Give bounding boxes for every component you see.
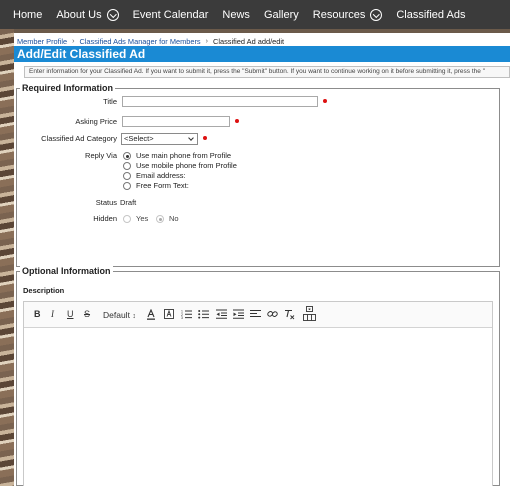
italic-icon[interactable]: I: [51, 309, 54, 319]
rich-text-editor: B I U S Default ↕ 1 2 3: [23, 301, 493, 486]
reply-free-form-label: Free Form Text:: [136, 181, 189, 190]
reply-mobile-phone-label: Use mobile phone from Profile: [136, 161, 237, 170]
hidden-no-radio[interactable]: [156, 215, 164, 223]
required-information-legend: Required Information: [20, 83, 116, 93]
nav-event-calendar[interactable]: Event Calendar: [133, 9, 209, 21]
font-size-select[interactable]: Default ↕: [103, 310, 136, 320]
clear-format-icon[interactable]: [284, 309, 295, 320]
font-size-value: Default: [103, 310, 130, 320]
breadcrumb-separator: ›: [72, 38, 75, 45]
instructions-text: Enter information for your Classified Ad…: [24, 66, 510, 78]
optional-information-legend: Optional Information: [20, 266, 113, 276]
category-label: Classified Ad Category: [41, 134, 117, 143]
page-title: Add/Edit Classified Ad: [14, 46, 510, 62]
strikethrough-icon[interactable]: S: [84, 309, 90, 319]
table-icon[interactable]: [303, 306, 316, 321]
description-editor-area[interactable]: [24, 328, 492, 486]
nav-about-us[interactable]: About Us: [56, 8, 119, 21]
required-indicator: [235, 119, 239, 123]
ordered-list-icon[interactable]: 1 2 3: [181, 309, 192, 319]
bold-icon[interactable]: B: [34, 309, 41, 319]
asking-price-label: Asking Price: [75, 117, 117, 126]
breadcrumb-separator: ›: [205, 38, 208, 45]
hidden-yes-radio[interactable]: [123, 215, 131, 223]
reply-email-radio[interactable]: [123, 172, 131, 180]
chevron-up-down-icon: ↕: [132, 313, 136, 320]
breadcrumb-classified-ads-manager[interactable]: Classified Ads Manager for Members: [79, 37, 200, 46]
reply-via-label: Reply Via: [85, 151, 117, 160]
nav-news[interactable]: News: [222, 9, 250, 21]
breadcrumb: Member Profile › Classified Ads Manager …: [17, 37, 284, 46]
required-indicator: [203, 136, 207, 140]
editor-toolbar: B I U S Default ↕ 1 2 3: [24, 302, 492, 328]
nav-classified-ads[interactable]: Classified Ads: [396, 9, 465, 21]
nav-home[interactable]: Home: [13, 9, 42, 21]
hidden-yes-label: Yes: [136, 214, 149, 223]
reply-mobile-phone-radio[interactable]: [123, 162, 131, 170]
underline-icon[interactable]: U: [67, 309, 74, 319]
reply-main-phone-label: Use main phone from Profile: [136, 151, 232, 160]
main-panel: Member Profile › Classified Ads Manager …: [14, 33, 510, 486]
asking-price-input[interactable]: [122, 116, 230, 127]
background-photo: [0, 29, 14, 486]
title-label: Title: [103, 97, 117, 106]
breadcrumb-member-profile[interactable]: Member Profile: [17, 37, 67, 46]
reply-free-form-radio[interactable]: [123, 182, 131, 190]
description-label: Description: [23, 286, 65, 295]
status-label: Status: [95, 198, 117, 207]
status-value: Draft: [120, 198, 137, 207]
nav-gallery[interactable]: Gallery: [264, 9, 299, 21]
reply-main-phone-radio[interactable]: [123, 152, 131, 160]
optional-information-section: Optional Information Description B I U S…: [16, 266, 500, 486]
hidden-no-label: No: [169, 214, 179, 223]
svg-text:3: 3: [181, 316, 183, 319]
required-indicator: [323, 99, 327, 103]
reply-email-label: Email address:: [136, 171, 186, 180]
background-color-icon[interactable]: [164, 309, 174, 319]
link-icon[interactable]: [267, 309, 278, 319]
required-information-section: Required Information Title Asking Price …: [16, 83, 500, 267]
breadcrumb-current: Classified Ad add/edit: [212, 37, 285, 46]
nav-resources[interactable]: Resources: [313, 8, 383, 21]
title-input[interactable]: [122, 96, 318, 107]
top-nav: Home About Us Event Calendar News Galler…: [0, 0, 510, 29]
align-icon[interactable]: [250, 309, 261, 319]
outdent-icon[interactable]: [216, 309, 227, 319]
indent-icon[interactable]: [233, 309, 244, 319]
hidden-label: Hidden: [93, 214, 117, 223]
chevron-down-icon[interactable]: [106, 8, 119, 21]
chevron-down-icon[interactable]: [370, 8, 383, 21]
unordered-list-icon[interactable]: [198, 309, 209, 319]
category-select[interactable]: <Select>: [121, 133, 198, 145]
text-color-icon[interactable]: [146, 309, 156, 320]
